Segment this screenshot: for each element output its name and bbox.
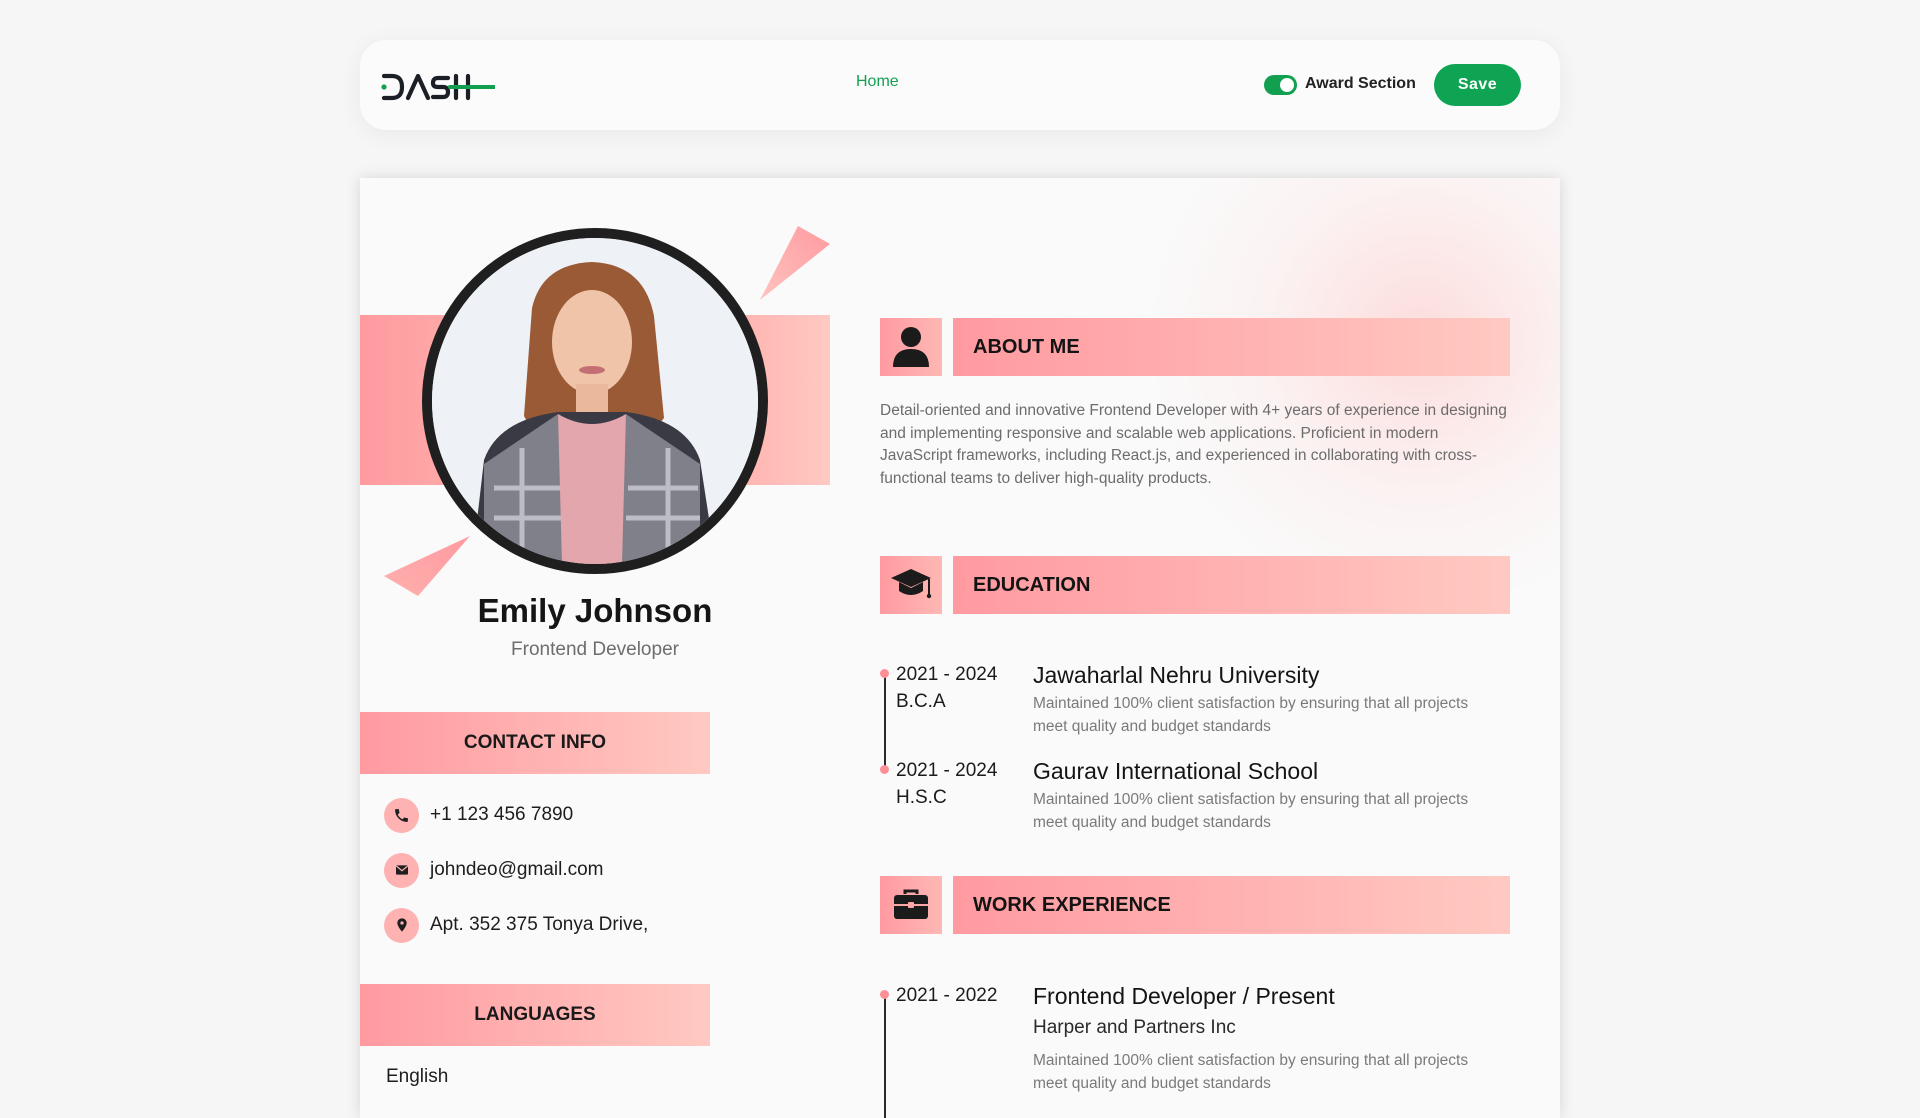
decorative-glow — [1140, 178, 1560, 618]
work-experience-header: WORK EXPERIENCE — [880, 876, 1510, 934]
nav-home-link[interactable]: Home — [856, 73, 899, 91]
profile-name: Emily Johnson — [477, 592, 713, 629]
languages-heading: LANGUAGES — [360, 984, 710, 1046]
briefcase-icon — [880, 876, 942, 934]
resume-canvas: Emily Johnson Frontend Developer CONTACT… — [360, 178, 1560, 1118]
education-years: 2021 - 2024 — [896, 664, 998, 685]
phone-icon — [384, 797, 419, 833]
education-school: Jawaharlal Nehru University — [1033, 662, 1320, 688]
contact-phone[interactable]: +1 123 456 7890 — [384, 797, 573, 833]
about-me-text: Detail-oriented and innovative Frontend … — [880, 402, 1507, 487]
work-experience-title: WORK EXPERIENCE — [953, 876, 1510, 934]
education-school: Gaurav International School — [1033, 758, 1319, 784]
contact-address-text: Apt. 352 375 Tonya Drive, — [430, 914, 649, 935]
location-pin-icon — [384, 907, 419, 943]
education-degree: H.S.C — [896, 787, 947, 808]
decorative-triangle-top — [760, 226, 830, 300]
education-description: Maintained 100% client satisfaction by e… — [1033, 695, 1469, 735]
education-description: Maintained 100% client satisfaction by e… — [1033, 791, 1469, 831]
graduation-cap-icon — [880, 556, 942, 614]
save-button[interactable]: Save — [1434, 64, 1521, 106]
work-years: 2021 - 2022 — [896, 985, 998, 1006]
education-timeline — [884, 676, 886, 768]
timeline-dot — [880, 765, 889, 774]
work-company: Harper and Partners Inc — [1033, 1017, 1236, 1038]
mail-icon — [384, 852, 419, 888]
contact-address[interactable]: Apt. 352 375 Tonya Drive, — [384, 907, 648, 943]
work-timeline — [884, 998, 886, 1118]
contact-phone-text: +1 123 456 7890 — [430, 804, 574, 825]
contact-info-heading: CONTACT INFO — [360, 712, 710, 774]
timeline-dot — [880, 669, 889, 678]
decorative-triangle-bottom — [384, 536, 470, 596]
about-me-title: ABOUT ME — [953, 318, 1510, 376]
timeline-dot — [880, 990, 889, 999]
about-me-header: ABOUT ME — [880, 318, 1510, 376]
work-description: Maintained 100% client satisfaction by e… — [1033, 1052, 1469, 1092]
award-section-label: Award Section — [1305, 75, 1416, 92]
contact-email-text: johndeo@gmail.com — [430, 859, 604, 880]
contact-email[interactable]: johndeo@gmail.com — [384, 852, 604, 888]
education-title: EDUCATION — [953, 556, 1510, 614]
education-years: 2021 - 2024 — [896, 760, 998, 781]
user-icon — [880, 318, 942, 376]
education-header: EDUCATION — [880, 556, 1510, 614]
profile-role: Frontend Developer — [511, 639, 679, 660]
profile-photo[interactable] — [422, 228, 768, 574]
toggle-knob — [1280, 78, 1294, 92]
work-title: Frontend Developer / Present — [1033, 983, 1335, 1009]
language-item: English — [386, 1066, 449, 1087]
dash-logo[interactable] — [380, 70, 495, 104]
top-navbar: Home Award Section Save — [360, 40, 1560, 130]
award-section-toggle[interactable] — [1264, 75, 1297, 95]
education-degree: B.C.A — [896, 691, 946, 712]
